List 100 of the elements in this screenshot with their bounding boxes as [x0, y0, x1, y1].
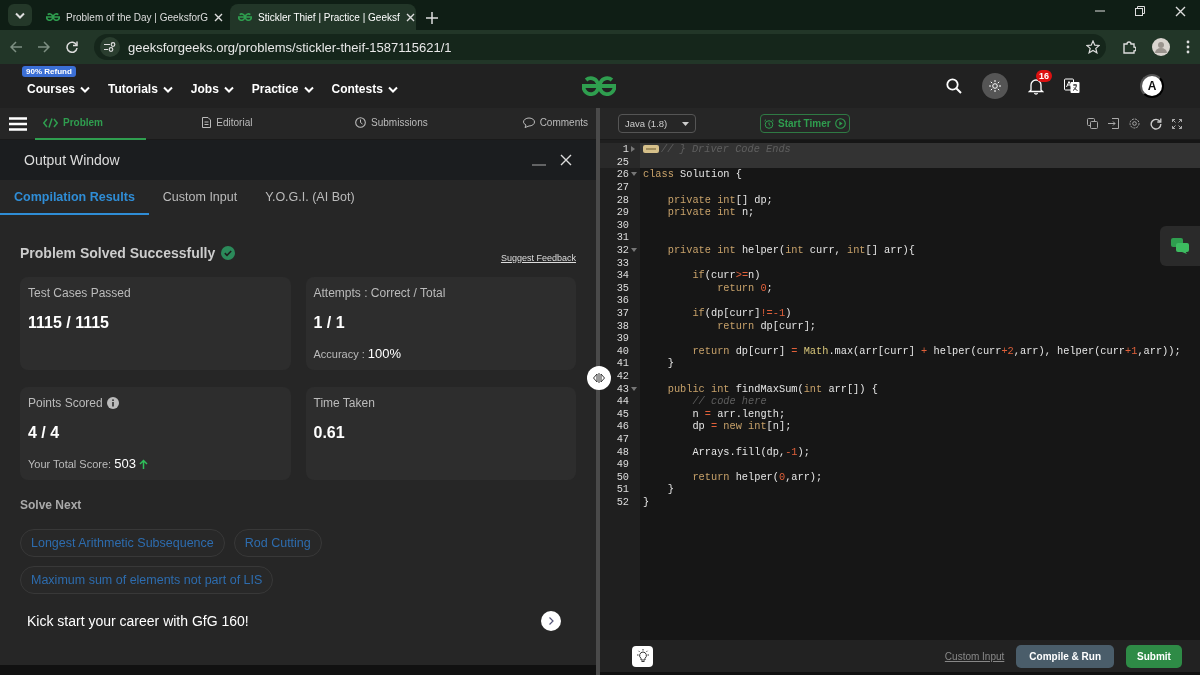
check-circle-icon: [221, 246, 236, 260]
nav-menu[interactable]: Contests: [331, 82, 398, 96]
line-number: 31: [616, 231, 629, 244]
more-menu-icon[interactable]: [1186, 40, 1190, 54]
code-line: return dp[curr] = Math.max(arr[curr] + helper(curr+2,arr), helper(curr+1,arr));: [691, 344, 1181, 357]
chevron-down-icon: [162, 85, 173, 93]
logo-icon: [46, 13, 60, 21]
line-number: 49: [616, 458, 629, 471]
close-icon[interactable]: [214, 12, 224, 22]
nav-menu[interactable]: Courses: [27, 82, 91, 96]
promo-text: Kick start your career with GfG 160!: [27, 613, 250, 629]
code-line: // code here: [691, 395, 767, 408]
line-number: 25: [616, 155, 629, 168]
reload-icon[interactable]: [66, 41, 78, 53]
reset-icon[interactable]: [1150, 117, 1162, 130]
stat-label: Time Taken: [313, 396, 375, 410]
code-line: public int findMaxSum(int arr[]) {: [666, 382, 878, 395]
line-number: 41: [616, 357, 629, 370]
fold-arrow-icon[interactable]: [631, 386, 637, 391]
custom-input-link[interactable]: Custom Input: [944, 650, 1005, 662]
alarm-clock-icon: [764, 118, 774, 129]
section-heading: Solve Next: [20, 498, 83, 512]
chevron-down-icon: [15, 11, 25, 19]
browser-tab[interactable]: Problem of the Day | GeeksforG: [38, 4, 224, 30]
restore-icon[interactable]: [1135, 5, 1145, 16]
user-avatar[interactable]: A: [1140, 74, 1164, 98]
line-number: 27: [616, 181, 629, 194]
address-bar[interactable]: geeksforgeeks.org/problems/stickler-theif-1587115621/1: [94, 34, 1106, 60]
nav-menu[interactable]: Jobs: [190, 82, 234, 96]
line-number: 33: [616, 256, 629, 269]
nav-menu[interactable]: Tutorials: [108, 82, 173, 96]
code-line: n = arr.length;: [691, 407, 786, 420]
folded-code-icon[interactable]: [643, 145, 659, 154]
code-icon: [43, 117, 58, 128]
menu-icon[interactable]: [9, 116, 27, 131]
chat-button[interactable]: [1160, 226, 1200, 266]
import-icon[interactable]: [1108, 118, 1119, 129]
next-button[interactable]: [541, 611, 561, 631]
line-number: 38: [616, 319, 629, 332]
chevron-down-icon: [223, 85, 234, 93]
fold-arrow-icon[interactable]: [631, 172, 637, 177]
code-line: }: [643, 495, 650, 508]
line-number: 45: [616, 407, 629, 420]
chat-bubbles-icon: [1171, 238, 1189, 254]
translate-icon[interactable]: [1064, 78, 1080, 94]
start-timer-button[interactable]: Start Timer: [760, 114, 850, 133]
fold-arrow-icon[interactable]: [631, 248, 637, 253]
plus-icon[interactable]: [426, 12, 438, 24]
caret-icon: [682, 121, 689, 126]
code-line: private int[] dp;: [666, 193, 773, 206]
forward-arrow-icon[interactable]: [38, 41, 50, 53]
line-number: 52: [616, 495, 629, 508]
line-number: 50: [616, 470, 629, 483]
code-line: private int n;: [666, 206, 755, 219]
line-number: 47: [616, 432, 629, 445]
problem-tab[interactable]: Comments: [514, 107, 596, 140]
feedback-link[interactable]: Suggest Feedback: [500, 253, 576, 263]
code-line: }: [666, 357, 674, 370]
star-icon[interactable]: [1086, 40, 1100, 54]
puzzle-icon[interactable]: [1122, 40, 1136, 54]
code-line: dp = new int[n];: [691, 420, 792, 433]
play-circle-icon: [834, 118, 846, 129]
problem-tab[interactable]: Submissions: [347, 107, 436, 140]
line-number: 30: [616, 218, 629, 231]
output-tab[interactable]: Custom Input: [148, 180, 252, 215]
copy-icon[interactable]: [1087, 118, 1098, 129]
fold-arrow-icon[interactable]: [631, 146, 635, 153]
problem-tab[interactable]: Editorial: [194, 107, 261, 140]
back-arrow-icon[interactable]: [10, 41, 22, 53]
hint-button[interactable]: [632, 645, 653, 667]
close-icon[interactable]: [560, 154, 572, 166]
site-settings-icon[interactable]: [104, 42, 116, 52]
output-tab[interactable]: Compilation Results: [0, 180, 149, 215]
profile-avatar-icon[interactable]: [1152, 38, 1170, 56]
fullscreen-icon[interactable]: [1172, 118, 1182, 129]
search-icon[interactable]: [946, 78, 962, 94]
nav-menu[interactable]: Practice: [251, 82, 314, 96]
line-number: 43: [616, 382, 629, 395]
close-icon[interactable]: [1175, 5, 1186, 17]
bell-icon[interactable]: [1028, 77, 1044, 95]
stat-label: Test Cases Passed: [28, 286, 131, 300]
stat-value: 0.61: [313, 424, 346, 442]
tab-search-button[interactable]: [8, 4, 32, 26]
line-number: 40: [616, 344, 629, 357]
detail-label: Accuracy :: [313, 347, 365, 360]
code-line: class Solution {: [643, 168, 742, 181]
language-dropdown[interactable]: Java (1.8): [618, 114, 696, 133]
clock-icon: [355, 117, 367, 128]
theme-toggle-button[interactable]: [982, 73, 1008, 99]
browser-tab[interactable]: Stickler Thief | Practice | Geeksf: [230, 4, 416, 30]
output-tab[interactable]: Y.O.G.I. (AI Bot): [251, 180, 369, 215]
line-number: 1: [622, 143, 629, 156]
settings-icon[interactable]: [1129, 118, 1140, 129]
line-number: 39: [616, 332, 629, 345]
speech-bubble-icon: [522, 117, 535, 128]
logo-icon[interactable]: [581, 76, 616, 96]
code-line: return 0;: [716, 281, 773, 294]
submit-button[interactable]: Submit: [1126, 644, 1182, 668]
compile-run-button[interactable]: Compile & Run: [1016, 644, 1114, 668]
close-icon[interactable]: [405, 12, 415, 22]
